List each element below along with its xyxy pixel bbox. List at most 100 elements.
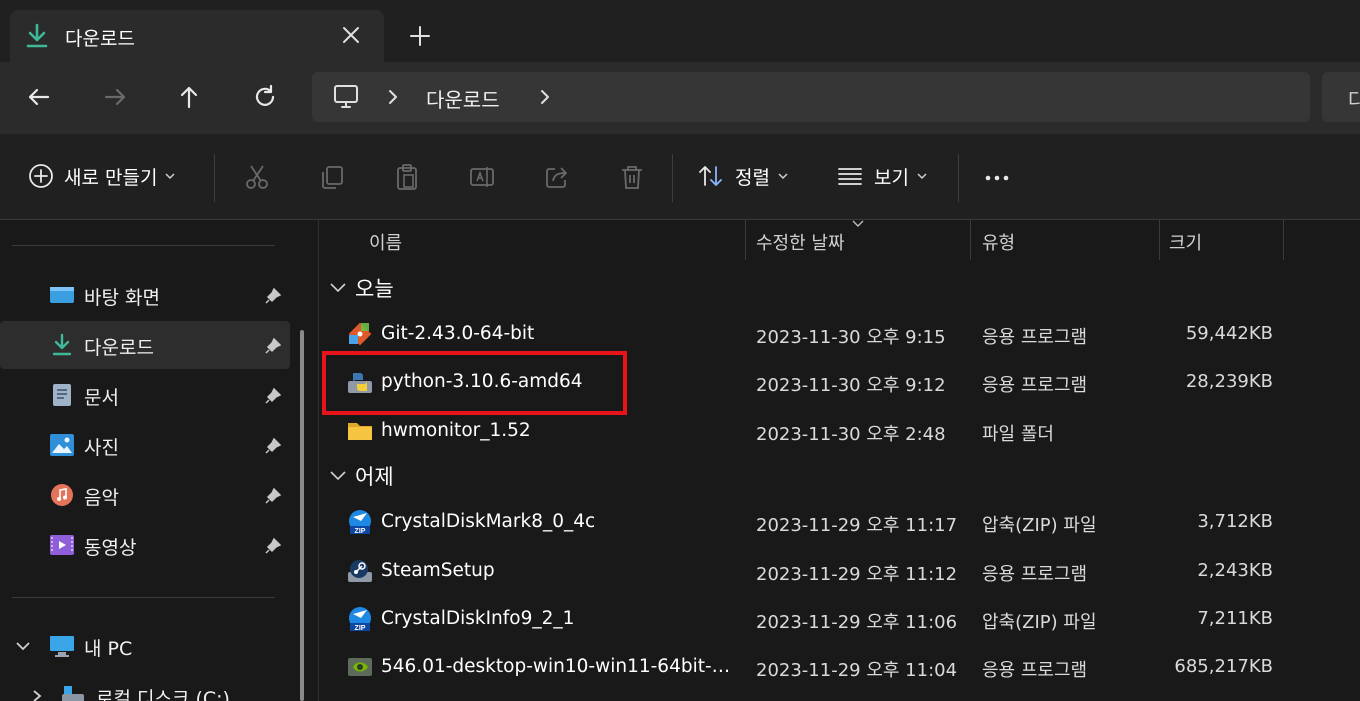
plus-icon[interactable] xyxy=(406,22,434,50)
group-label: 어제 xyxy=(355,465,394,489)
arrow-right-icon[interactable] xyxy=(100,82,130,112)
breadcrumb-downloads[interactable]: 다운로드 xyxy=(426,84,500,113)
column-header-size[interactable]: 크기 xyxy=(1169,229,1202,255)
git-icon xyxy=(348,322,372,346)
search-input[interactable]: 다 xyxy=(1322,72,1360,122)
chevron-down-icon xyxy=(165,173,175,180)
file-type: 응용 프로그램 xyxy=(982,375,1088,396)
delete-icon[interactable] xyxy=(618,163,646,191)
sidebar-divider xyxy=(12,245,275,246)
file-row[interactable]: ZIP CrystalDiskMark8_0_4c 2023-11-29 오후 … xyxy=(319,500,1360,544)
file-name: 546.01-desktop-win10-win11-64bit-int... xyxy=(381,656,731,677)
sidebar-item-documents[interactable]: 문서 xyxy=(0,371,290,419)
sidebar-item-videos[interactable]: 동영상 xyxy=(0,521,290,569)
close-icon[interactable] xyxy=(338,22,364,48)
sort-indicator-icon xyxy=(852,220,864,227)
file-size: 7,211KB xyxy=(1197,608,1273,629)
toolbar-divider xyxy=(958,154,959,202)
sidebar-item-label: 동영상 xyxy=(84,537,137,559)
arrow-up-icon[interactable] xyxy=(174,82,204,112)
paste-icon[interactable] xyxy=(393,163,421,191)
pin-icon[interactable] xyxy=(264,487,282,505)
cut-icon[interactable] xyxy=(243,163,271,191)
arrow-left-icon[interactable] xyxy=(24,82,54,112)
column-header-type[interactable]: 유형 xyxy=(982,229,1015,255)
chevron-right-icon[interactable] xyxy=(386,89,400,105)
file-date: 2023-11-29 오후 11:12 xyxy=(756,564,958,585)
view-button-label: 보기 xyxy=(874,166,909,189)
file-row[interactable]: Git-2.43.0-64-bit 2023-11-30 오후 9:15 응용 … xyxy=(319,312,1360,356)
share-icon[interactable] xyxy=(543,163,571,191)
chevron-right-icon[interactable] xyxy=(538,89,552,105)
sort-button[interactable]: 정렬 xyxy=(697,160,788,192)
zip-icon: ZIP xyxy=(349,510,371,535)
rename-icon[interactable] xyxy=(468,163,496,191)
column-divider[interactable] xyxy=(1159,220,1160,260)
sidebar-item-downloads[interactable]: 다운로드 xyxy=(0,321,290,369)
column-header-date[interactable]: 수정한 날짜 xyxy=(756,229,845,255)
sidebar-item-desktop[interactable]: 바탕 화면 xyxy=(0,271,290,319)
group-label: 오늘 xyxy=(355,277,394,301)
file-type: 응용 프로그램 xyxy=(982,564,1088,585)
sidebar-item-label: 바탕 화면 xyxy=(84,287,160,309)
file-size: 59,442KB xyxy=(1185,323,1273,344)
pin-icon[interactable] xyxy=(264,337,282,355)
file-date: 2023-11-29 오후 11:17 xyxy=(756,515,958,536)
more-options-icon[interactable] xyxy=(983,164,1011,192)
pin-icon[interactable] xyxy=(264,537,282,555)
sort-icon xyxy=(699,166,722,186)
file-row[interactable]: hwmonitor_1.52 2023-11-30 오후 2:48 파일 폴더 xyxy=(319,409,1360,453)
sidebar-scrollbar[interactable] xyxy=(300,330,304,701)
column-divider[interactable] xyxy=(745,220,746,260)
sidebar-item-label: 다운로드 xyxy=(84,337,154,359)
pin-icon[interactable] xyxy=(264,437,282,455)
column-divider[interactable] xyxy=(1283,220,1284,260)
sidebar-item-label: 문서 xyxy=(84,387,119,409)
new-button-label: 새로 만들기 xyxy=(64,166,158,189)
file-type: 응용 프로그램 xyxy=(982,327,1088,348)
video-icon xyxy=(50,535,74,555)
file-row[interactable]: python-3.10.6-amd64 2023-11-30 오후 9:12 응… xyxy=(319,360,1360,404)
column-header-name[interactable]: 이름 xyxy=(369,229,402,255)
pin-icon[interactable] xyxy=(264,287,282,305)
file-name: hwmonitor_1.52 xyxy=(381,420,531,441)
sidebar-item-label: 내 PC xyxy=(84,638,133,660)
sidebar-item-pictures[interactable]: 사진 xyxy=(0,421,290,469)
computer-icon xyxy=(50,636,74,657)
new-button[interactable]: 새로 만들기 xyxy=(28,160,175,192)
file-name: CrystalDiskMark8_0_4c xyxy=(381,511,596,532)
pictures-icon xyxy=(50,434,74,456)
file-size: 28,239KB xyxy=(1185,371,1273,392)
file-row[interactable]: ZIP CrystalDiskInfo9_2_1 2023-11-29 오후 1… xyxy=(319,597,1360,641)
file-row[interactable]: SteamSetup 2023-11-29 오후 11:12 응용 프로그램 2… xyxy=(319,549,1360,593)
file-list: 이름 수정한 날짜 유형 크기 오늘 Git-2.43.0-64-bit 202… xyxy=(318,220,1360,701)
tab-downloads[interactable]: 다운로드 xyxy=(10,10,384,62)
desktop-icon xyxy=(50,287,74,303)
chevron-down-icon[interactable] xyxy=(14,638,32,654)
file-date: 2023-11-30 오후 9:15 xyxy=(756,327,946,348)
address-bar[interactable]: 다운로드 xyxy=(312,72,1310,122)
file-name: python-3.10.6-amd64 xyxy=(381,371,583,392)
sidebar-item-local-disk[interactable]: 로컬 디스크 (C:) xyxy=(0,672,290,701)
nvidia-icon xyxy=(348,658,372,676)
sidebar-item-label: 음악 xyxy=(84,487,119,509)
file-date: 2023-11-30 오후 9:12 xyxy=(756,375,946,396)
sidebar-item-label: 사진 xyxy=(84,437,119,459)
copy-icon[interactable] xyxy=(318,163,346,191)
file-size: 2,243KB xyxy=(1197,560,1273,581)
file-name: Git-2.43.0-64-bit xyxy=(381,323,535,344)
monitor-icon[interactable] xyxy=(332,84,360,110)
sidebar-item-label: 로컬 디스크 (C:) xyxy=(96,688,230,701)
pin-icon[interactable] xyxy=(264,387,282,405)
svg-text:ZIP: ZIP xyxy=(355,528,366,535)
refresh-icon[interactable] xyxy=(250,82,280,112)
file-size: 685,217KB xyxy=(1174,656,1273,677)
column-divider[interactable] xyxy=(970,220,971,260)
chevron-right-icon[interactable] xyxy=(28,688,46,701)
sidebar-item-music[interactable]: 음악 xyxy=(0,471,290,519)
sidebar-item-this-pc[interactable]: 내 PC xyxy=(0,622,290,670)
file-row[interactable]: 546.01-desktop-win10-win11-64bit-int... … xyxy=(319,645,1360,689)
music-icon xyxy=(51,484,73,506)
view-button[interactable]: 보기 xyxy=(836,160,927,192)
plus-circle-icon xyxy=(29,164,53,188)
